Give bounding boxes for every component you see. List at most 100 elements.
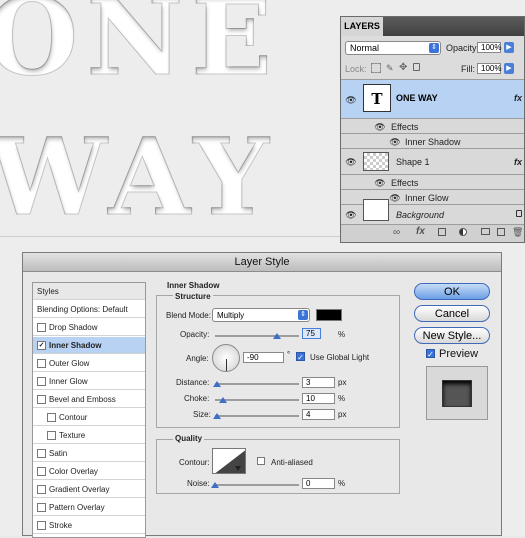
- visibility-eye-icon[interactable]: 👁: [388, 193, 402, 203]
- add-mask-icon[interactable]: [438, 228, 446, 236]
- distance-field[interactable]: 3: [302, 377, 335, 388]
- choke-slider-track[interactable]: [215, 399, 299, 401]
- checkbox[interactable]: [37, 395, 46, 405]
- style-item-blending-options[interactable]: Blending Options: Default: [33, 301, 145, 318]
- style-item-stroke[interactable]: Stroke: [33, 517, 145, 534]
- size-label: Size:: [193, 410, 211, 419]
- checkbox[interactable]: [47, 413, 56, 423]
- canvas-text-way: WAY: [0, 114, 277, 239]
- adjustment-layer-icon[interactable]: [459, 228, 467, 236]
- visibility-eye-icon[interactable]: 👁: [344, 95, 358, 105]
- link-layers-icon[interactable]: ∞: [393, 227, 400, 238]
- layer-row-background[interactable]: 👁 Background: [341, 199, 524, 225]
- opacity-field[interactable]: 75: [302, 328, 321, 339]
- style-item-inner-shadow[interactable]: ✓ Inner Shadow: [33, 337, 145, 354]
- lock-move-icon[interactable]: ✥: [399, 62, 407, 73]
- distance-slider-knob[interactable]: [213, 381, 221, 387]
- noise-field[interactable]: 0: [302, 478, 335, 489]
- style-item-drop-shadow[interactable]: Drop Shadow: [33, 319, 145, 336]
- use-global-light-checkbox[interactable]: ✓: [296, 352, 305, 362]
- layer-blend-mode-value: Normal: [350, 43, 380, 53]
- new-group-icon[interactable]: [481, 228, 490, 235]
- style-item-outer-glow[interactable]: Outer Glow: [33, 355, 145, 372]
- contour-picker[interactable]: [212, 448, 246, 474]
- angle-dial[interactable]: [212, 344, 240, 372]
- visibility-eye-icon[interactable]: 👁: [344, 210, 358, 220]
- structure-title: Structure: [173, 292, 213, 301]
- blend-mode-label: Blend Mode:: [166, 311, 211, 320]
- fill-field[interactable]: 100%: [477, 63, 501, 74]
- style-item-satin[interactable]: Satin: [33, 445, 145, 462]
- lock-transparent-icon[interactable]: [371, 63, 381, 73]
- size-slider-track[interactable]: [215, 415, 299, 417]
- styles-header[interactable]: Styles: [33, 283, 145, 300]
- style-item-color-overlay[interactable]: Color Overlay: [33, 463, 145, 480]
- checkbox[interactable]: [37, 377, 46, 387]
- visibility-eye-icon[interactable]: 👁: [373, 122, 387, 132]
- opacity-dropdown-icon[interactable]: ▶: [504, 42, 514, 53]
- fx-icon[interactable]: fx: [514, 93, 522, 103]
- layer-name: Shape 1: [396, 157, 430, 167]
- layer-opacity-field[interactable]: 100%: [477, 42, 501, 53]
- choke-slider-knob[interactable]: [219, 397, 227, 403]
- anti-aliased-checkbox[interactable]: [257, 457, 265, 465]
- cancel-button[interactable]: Cancel: [414, 305, 490, 322]
- checkbox[interactable]: [37, 359, 46, 369]
- visibility-eye-icon[interactable]: 👁: [344, 157, 358, 167]
- checkbox[interactable]: [37, 449, 46, 459]
- checkbox[interactable]: [37, 521, 46, 531]
- fx-icon[interactable]: fx: [514, 157, 522, 167]
- distance-slider-track[interactable]: [215, 383, 299, 385]
- fill-dropdown-icon[interactable]: ▶: [504, 63, 514, 74]
- checkbox[interactable]: [37, 503, 46, 513]
- effects-row[interactable]: 👁 Effects: [341, 175, 524, 190]
- choke-field[interactable]: 10: [302, 393, 335, 404]
- checkbox-checked[interactable]: ✓: [37, 341, 46, 351]
- contour-curve-icon: [215, 450, 245, 473]
- visibility-eye-icon[interactable]: 👁: [388, 137, 402, 147]
- lock-all-icon[interactable]: [413, 63, 420, 71]
- style-item-contour[interactable]: Contour: [33, 409, 145, 426]
- opacity-slider-track[interactable]: [215, 335, 299, 337]
- effects-label: Effects: [391, 178, 419, 188]
- lock-label: Lock:: [345, 64, 367, 74]
- opacity-slider-knob[interactable]: [273, 333, 281, 339]
- style-item-gradient-overlay[interactable]: Gradient Overlay: [33, 481, 145, 498]
- new-layer-icon[interactable]: [497, 228, 505, 236]
- size-unit: px: [338, 410, 347, 419]
- effect-row-inner-shadow[interactable]: 👁 Inner Shadow: [341, 134, 524, 149]
- section-title: Inner Shadow: [167, 281, 220, 290]
- checkbox[interactable]: [37, 323, 46, 333]
- preview-checkbox[interactable]: ✓: [426, 349, 435, 359]
- ok-button[interactable]: OK: [414, 283, 490, 300]
- checkbox[interactable]: [47, 431, 56, 441]
- size-field[interactable]: 4: [302, 409, 335, 420]
- style-item-texture[interactable]: Texture: [33, 427, 145, 444]
- style-item-pattern-overlay[interactable]: Pattern Overlay: [33, 499, 145, 516]
- anti-aliased-label: Anti-aliased: [271, 458, 313, 467]
- size-slider-knob[interactable]: [213, 413, 221, 419]
- effects-row[interactable]: 👁 Effects: [341, 119, 524, 134]
- style-item-bevel-emboss[interactable]: Bevel and Emboss: [33, 391, 145, 408]
- quality-title: Quality: [173, 434, 205, 443]
- dialog-title: Layer Style: [23, 253, 501, 272]
- blend-mode-select[interactable]: Multiply ⇕: [212, 308, 310, 322]
- checkbox[interactable]: [37, 485, 46, 495]
- tab-layers[interactable]: LAYERS: [341, 17, 383, 36]
- add-style-icon[interactable]: fx: [416, 226, 425, 237]
- trash-icon[interactable]: 🗑: [512, 227, 523, 238]
- layer-row-one-way[interactable]: 👁 T ONE WAY fx: [341, 79, 524, 119]
- noise-slider-track[interactable]: [215, 484, 299, 486]
- layer-blend-mode-select[interactable]: Normal ⇕: [345, 41, 441, 55]
- angle-field[interactable]: -90: [243, 352, 284, 363]
- shadow-color-swatch[interactable]: [316, 309, 342, 321]
- visibility-eye-icon[interactable]: 👁: [373, 178, 387, 188]
- layer-row-shape-1[interactable]: 👁 Shape 1 fx: [341, 149, 524, 175]
- layers-panel-header: LAYERS: [341, 17, 524, 36]
- checkbox[interactable]: [37, 467, 46, 477]
- lock-brush-icon[interactable]: ✎: [386, 63, 394, 74]
- noise-slider-knob[interactable]: [211, 482, 219, 488]
- new-style-button[interactable]: New Style...: [414, 327, 490, 344]
- style-item-inner-glow[interactable]: Inner Glow: [33, 373, 145, 390]
- preview-label: Preview: [439, 348, 479, 360]
